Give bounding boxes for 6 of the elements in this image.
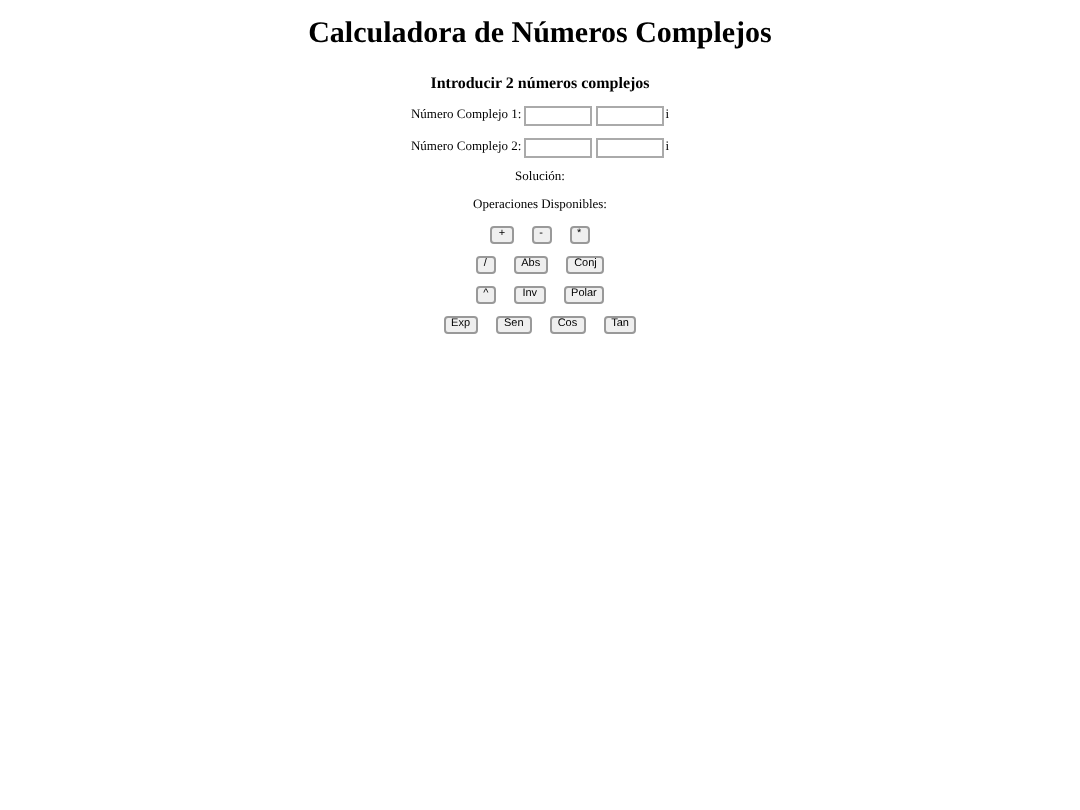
imaginary-part-field[interactable] [595,106,664,126]
imaginary-part-field[interactable] [595,138,664,158]
section-heading: Introducir 2 números complejos [430,74,650,94]
page-title: Calculadora de Números Complejos [308,16,772,52]
real-part-field[interactable] [523,138,592,158]
real-part-field[interactable] [523,106,592,126]
